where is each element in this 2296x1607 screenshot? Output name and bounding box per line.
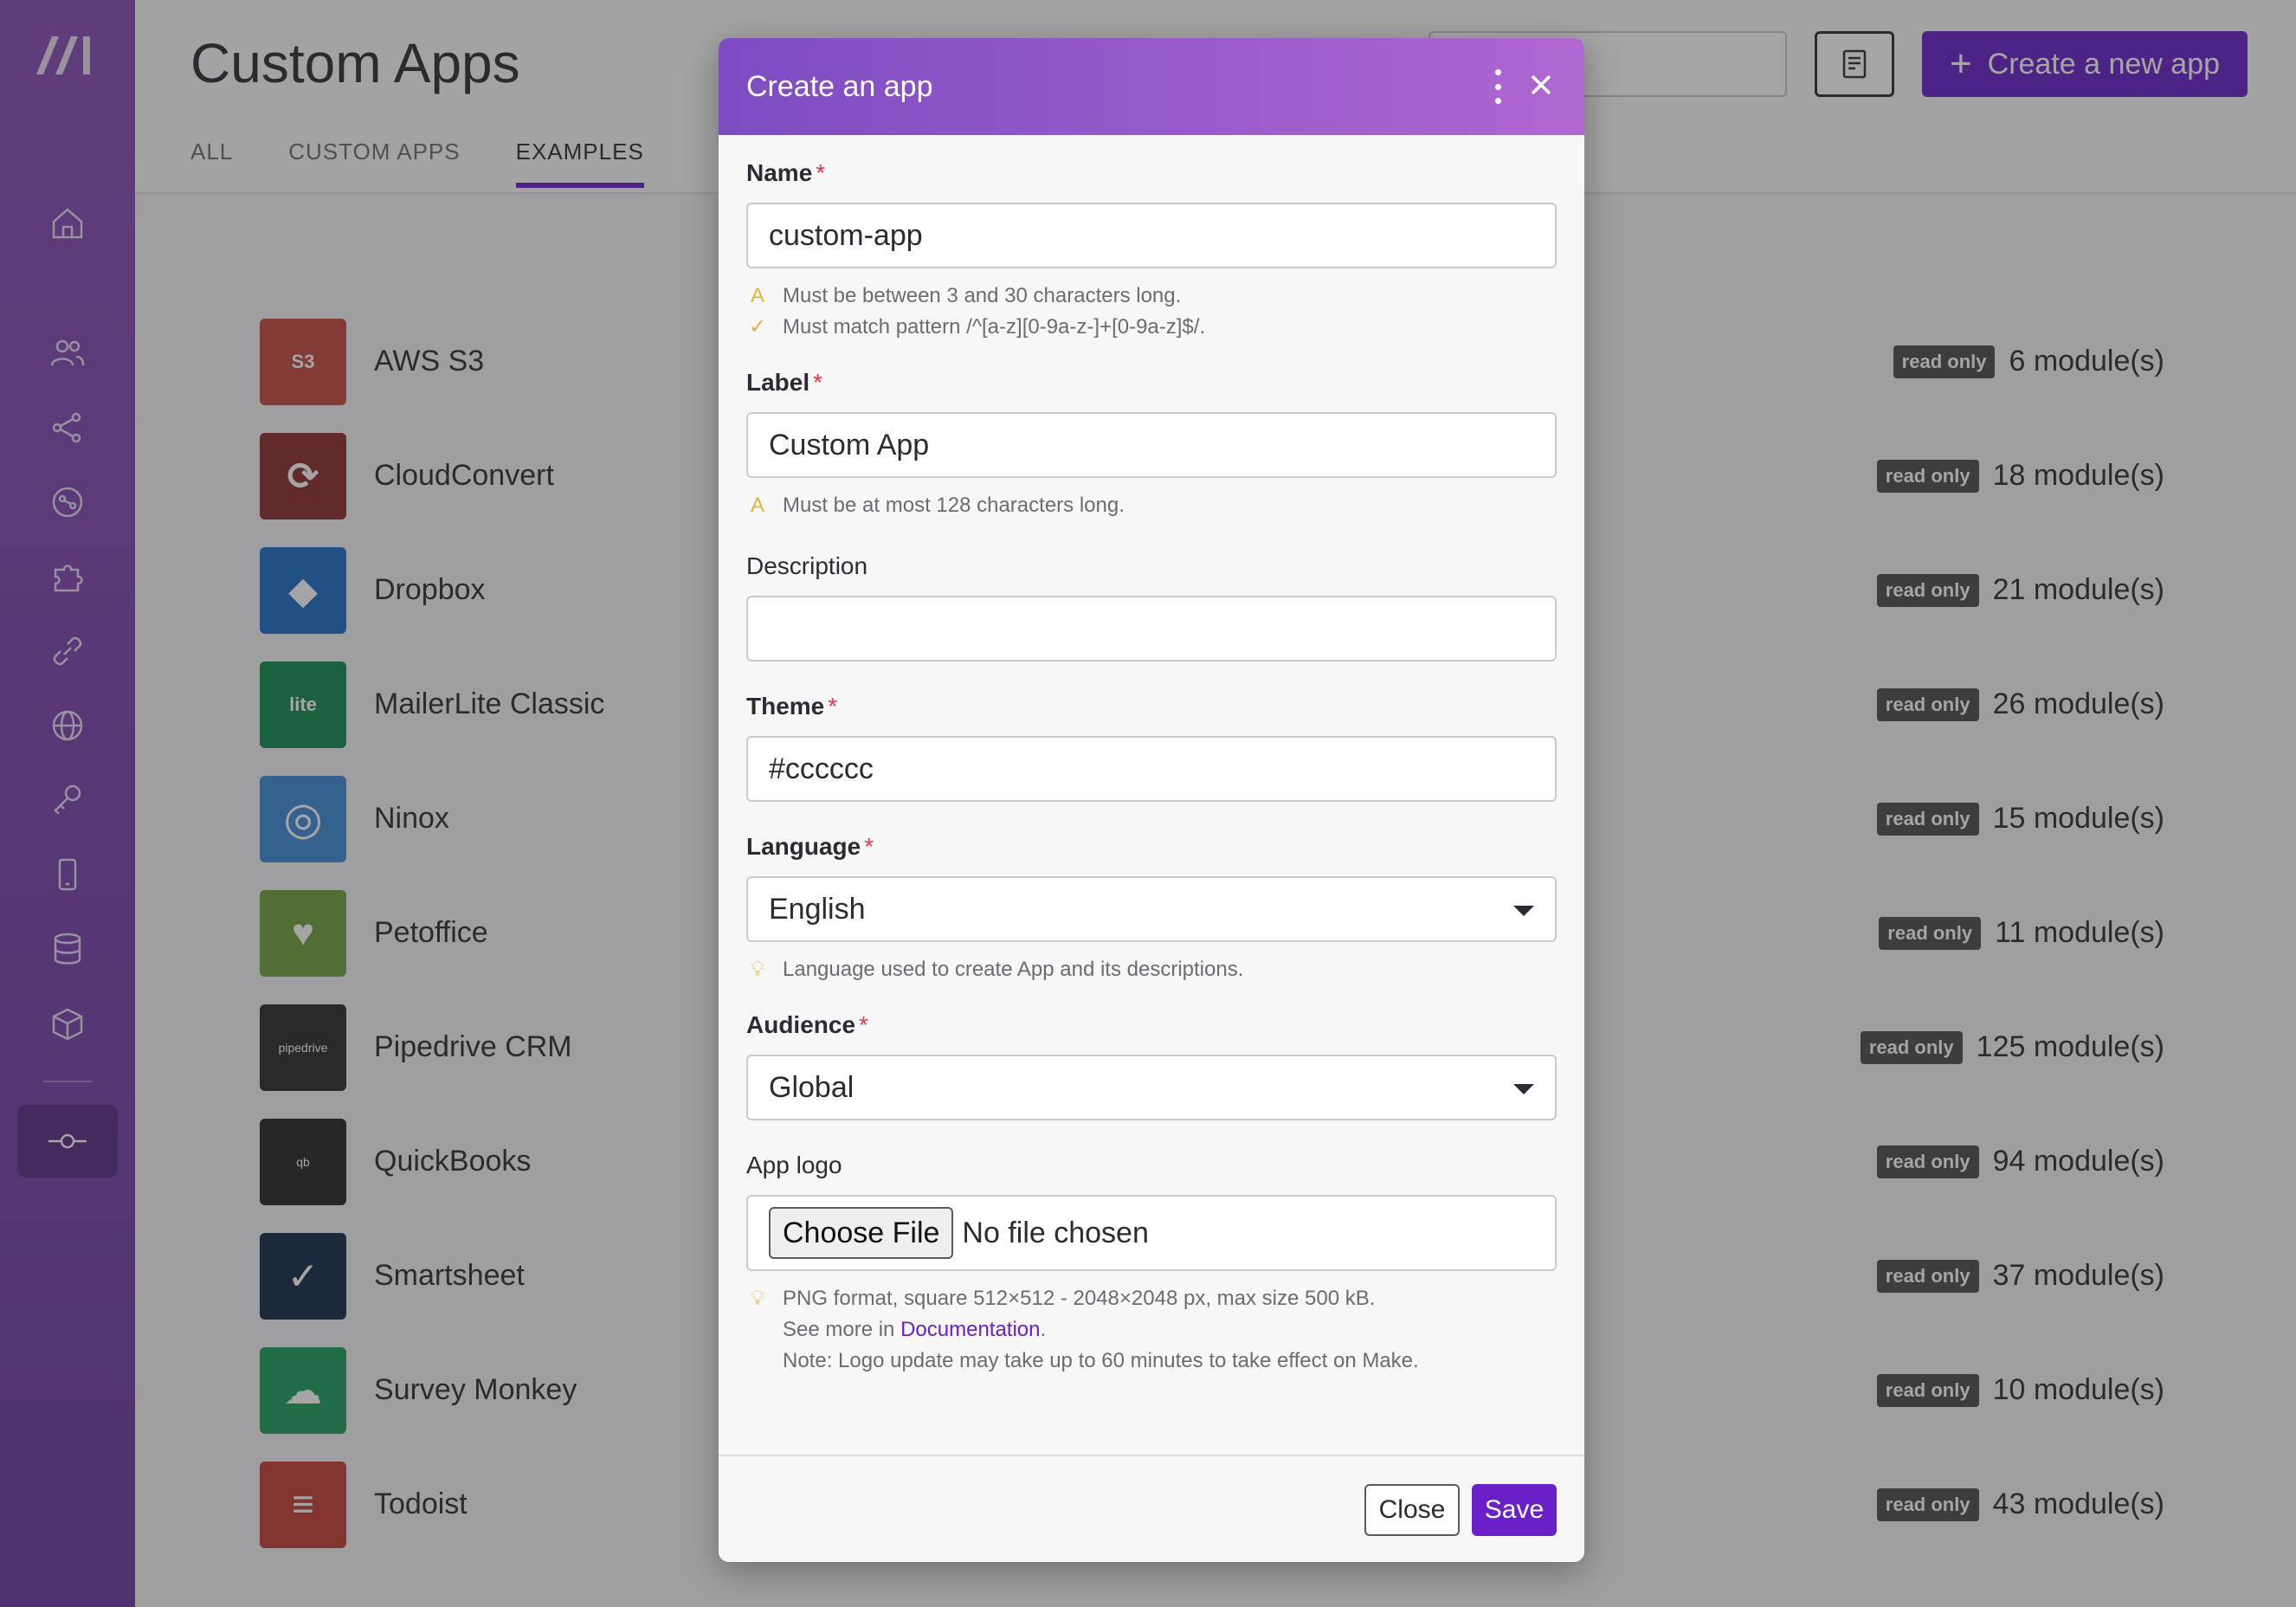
name-field-label: Name *	[746, 159, 826, 186]
lightbulb-icon: 💡︎	[750, 1287, 765, 1310]
language-field-label: Language *	[746, 833, 874, 860]
close-icon[interactable]	[1524, 68, 1558, 102]
description-field-label: Description	[746, 552, 868, 579]
required-mark: *	[864, 833, 874, 860]
create-app-dialog: Create an app Name * custom-app A Must be…	[719, 38, 1584, 1562]
chevron-down-icon	[1513, 1084, 1534, 1094]
warning-icon: A	[750, 494, 764, 517]
documentation-link[interactable]: Documentation	[900, 1318, 1040, 1341]
required-mark: *	[828, 693, 838, 720]
file-status: No file chosen	[962, 1216, 1149, 1249]
logo-hint-format: PNG format, square 512×512 - 2048×2048 p…	[783, 1287, 1376, 1310]
dialog-title: Create an app	[746, 69, 933, 103]
lightbulb-icon: 💡︎	[750, 958, 765, 981]
warning-icon: A	[750, 284, 764, 307]
audience-select[interactable]: Global	[746, 1055, 1557, 1120]
language-value: English	[769, 892, 866, 926]
label-hint: A Must be at most 128 characters long.	[746, 490, 1557, 521]
logo-hint-see-more: See more in Documentation.	[783, 1318, 1047, 1341]
label-input[interactable]: Custom App	[746, 412, 1557, 478]
theme-input[interactable]: #cccccc	[746, 736, 1557, 802]
check-icon: ✓	[748, 315, 767, 339]
audience-value: Global	[769, 1070, 855, 1104]
label-field-label: Label *	[746, 369, 823, 396]
save-button[interactable]: Save	[1472, 1484, 1557, 1536]
dialog-body: Name * custom-app A Must be between 3 and…	[719, 135, 1584, 1377]
logo-hint-note: Note: Logo update may take up to 60 minu…	[783, 1349, 1419, 1372]
name-hint-length: A Must be between 3 and 30 characters lo…	[746, 281, 1557, 312]
required-mark: *	[813, 369, 823, 396]
required-mark: *	[859, 1011, 868, 1038]
description-input[interactable]	[746, 596, 1557, 662]
chevron-down-icon	[1513, 906, 1534, 916]
close-button[interactable]: Close	[1364, 1484, 1460, 1536]
theme-field-label: Theme *	[746, 693, 838, 720]
name-input[interactable]: custom-app	[746, 203, 1557, 268]
required-mark: *	[816, 159, 826, 186]
app-logo-hint: 💡︎ PNG format, square 512×512 - 2048×204…	[746, 1283, 1557, 1377]
dialog-header: Create an app	[719, 38, 1584, 135]
language-select[interactable]: English	[746, 876, 1557, 942]
app-logo-field-label: App logo	[746, 1152, 842, 1178]
audience-field-label: Audience *	[746, 1011, 868, 1038]
more-options-icon[interactable]	[1489, 69, 1506, 104]
language-hint: 💡︎ Language used to create App and its d…	[746, 954, 1557, 985]
name-hint-pattern: ✓ Must match pattern /^[a-z][0-9a-z-]+[0…	[746, 312, 1557, 343]
choose-file-button[interactable]: Choose File	[769, 1207, 954, 1259]
app-logo-file-input: Choose File No file chosen	[746, 1195, 1557, 1271]
dialog-footer: Close Save	[719, 1455, 1584, 1562]
